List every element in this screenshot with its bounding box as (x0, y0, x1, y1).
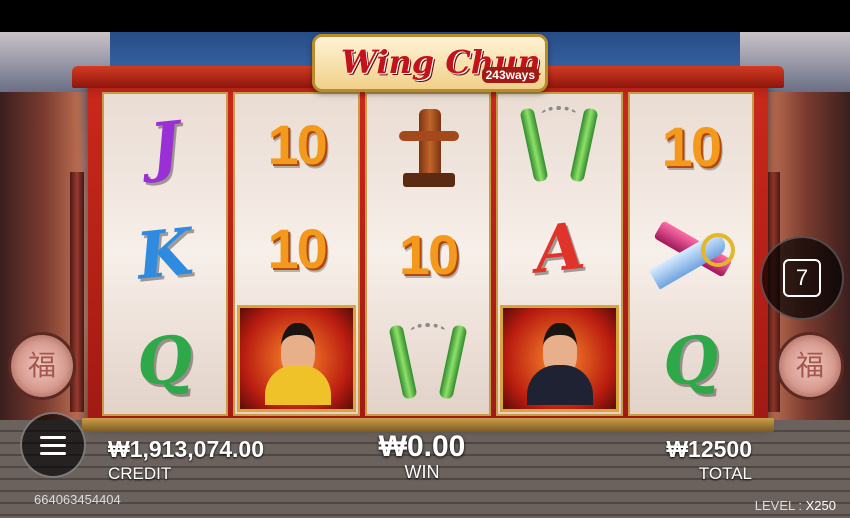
reel-2: 10 10 (233, 92, 360, 416)
reel-5: 10 Q (627, 92, 755, 416)
reel-cell (498, 94, 620, 195)
session-id: 664063454404 (34, 492, 121, 507)
yellow-fighter-portrait-icon (257, 315, 337, 406)
nunchaku-icon (388, 317, 468, 407)
ways-badge: 243ways (481, 67, 539, 83)
level-value: X250 (805, 498, 836, 513)
reel-cell: 10 (235, 94, 357, 195)
reels-grid: J K Q 10 10 10 A 10 Q (102, 92, 755, 416)
letter-symbol: J (146, 107, 185, 186)
reel-cell (367, 94, 489, 199)
total-bet-value[interactable]: ₩12500 (666, 436, 752, 463)
menu-icon (40, 452, 66, 455)
ten-symbol: 10 (267, 113, 327, 177)
wooden-dummy-icon (393, 103, 463, 189)
reel-cell (500, 304, 619, 412)
letter-symbol: Q (659, 321, 723, 402)
reel-cell (367, 309, 489, 414)
level-indicator: LEVEL : X250 (755, 498, 836, 513)
reel-3: 10 (364, 92, 492, 416)
reel-cell: A (498, 198, 620, 299)
win-value: ₩0.00 (378, 430, 466, 463)
level-label: LEVEL : (754, 498, 802, 513)
reel-cell: J (104, 94, 226, 199)
game-scene: 福 福 J K Q 10 10 10 A 10 Q Wing Chun 243ways 7 ₩1… (0, 0, 850, 518)
menu-icon (40, 436, 66, 439)
menu-icon (40, 444, 66, 447)
ten-symbol: 10 (398, 222, 459, 286)
reel-cell: Q (104, 309, 226, 414)
reel-cell: 10 (630, 94, 752, 199)
letter-symbol: K (133, 213, 197, 295)
reel-1: JKQ (102, 92, 229, 416)
reel-4: A (496, 92, 623, 416)
reel-cell: 10 (235, 198, 357, 299)
reel-cell: Q (630, 309, 752, 414)
reel-cell: K (104, 202, 226, 307)
letter-symbol: A (530, 209, 589, 289)
master-portrait-icon (519, 315, 599, 406)
credit-value: ₩1,913,074.00 (108, 436, 265, 462)
ten-symbol: 10 (661, 114, 722, 178)
autoplay-count: 7 (783, 259, 821, 297)
gong-icon: 福 (8, 332, 76, 400)
reel-cell (237, 304, 356, 412)
ten-symbol: 10 (267, 217, 327, 281)
letter-symbol: Q (133, 321, 197, 402)
win-label: WIN (404, 462, 440, 482)
autoplay-button[interactable]: 7 (760, 236, 844, 320)
top-bar (0, 0, 850, 32)
nunchaku-icon (519, 100, 599, 190)
reel-cell (630, 202, 752, 307)
total-bet-label: TOTAL (698, 464, 752, 483)
credit-label: CREDIT (108, 464, 172, 483)
menu-button[interactable] (20, 412, 86, 478)
game-logo: Wing Chun 243ways (312, 34, 548, 92)
crossed-blades-icon (641, 209, 741, 299)
reel-frame: J K Q 10 10 10 A 10 Q (72, 66, 784, 432)
gong-icon: 福 (776, 332, 844, 400)
reel-cell: 10 (367, 202, 489, 307)
